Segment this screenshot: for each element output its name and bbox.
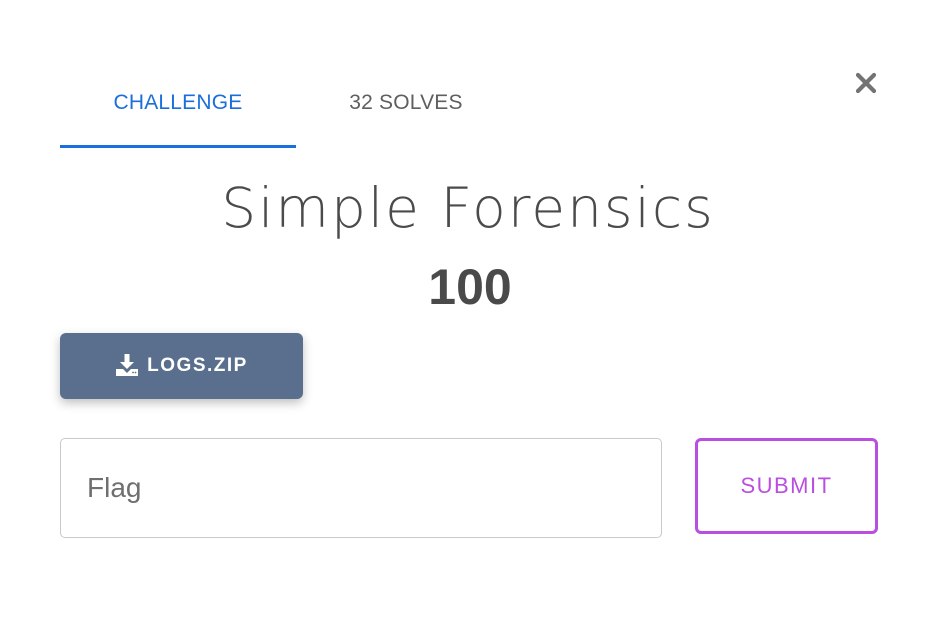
challenge-title: Simple Forensics — [221, 176, 715, 240]
tab-challenge-label: CHALLENGE — [113, 91, 243, 114]
close-button[interactable] — [848, 66, 884, 100]
download-icon — [115, 353, 139, 377]
submit-button[interactable]: SUBMIT — [695, 438, 878, 534]
submit-label: SUBMIT — [740, 473, 833, 498]
tab-solves[interactable]: 32 SOLVES — [296, 60, 516, 146]
flag-input[interactable] — [60, 438, 662, 538]
active-tab-indicator — [60, 145, 296, 148]
tab-bar: CHALLENGE 32 SOLVES — [60, 60, 540, 148]
tab-solves-label: 32 SOLVES — [349, 91, 463, 114]
tab-challenge[interactable]: CHALLENGE — [60, 60, 296, 146]
download-file-label: LOGS.ZIP — [147, 355, 248, 376]
challenge-modal: CHALLENGE 32 SOLVES Simple Forensics 100… — [0, 0, 936, 627]
close-icon — [855, 72, 877, 94]
download-file-button[interactable]: LOGS.ZIP — [60, 333, 303, 399]
challenge-points: 100 — [428, 259, 512, 315]
